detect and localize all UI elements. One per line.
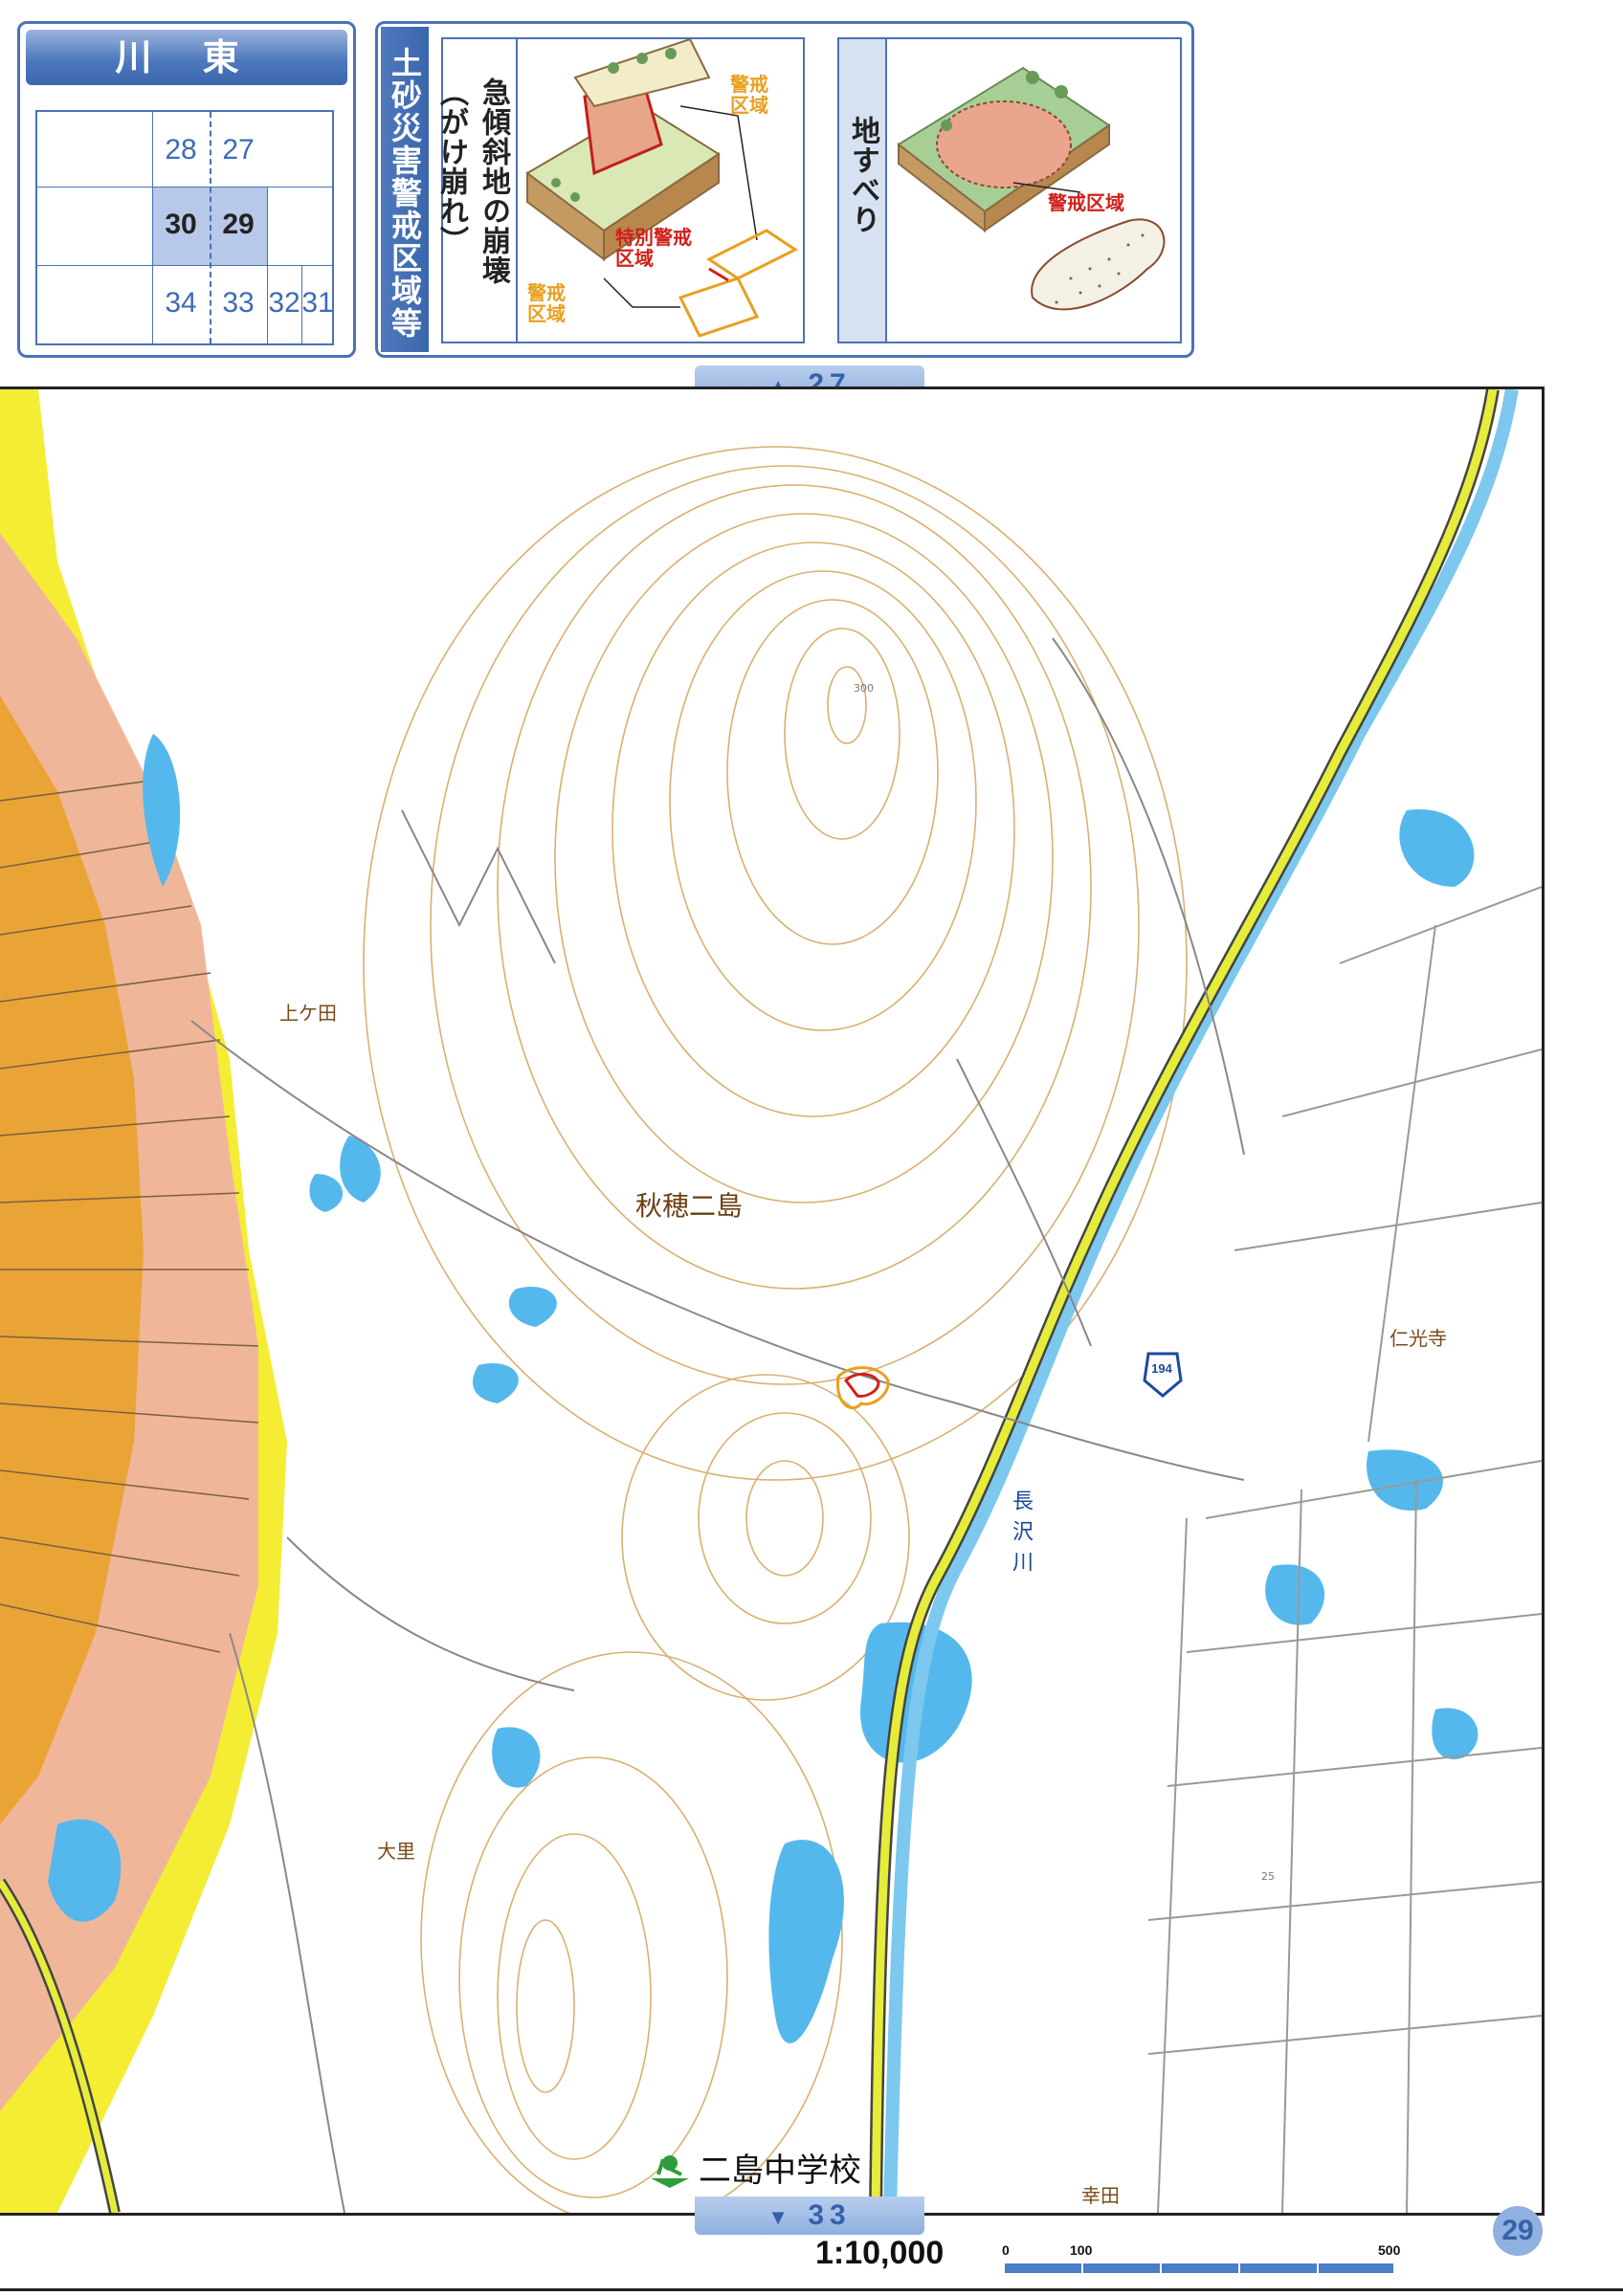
landslide-box: 地すべり 警戒区域 <box>837 37 1182 343</box>
nagasawa-river-label: 長沢川 <box>1009 1490 1033 1581</box>
scale-tick-100: 100 <box>1070 2242 1093 2258</box>
nav-down-tab[interactable]: ▼ 33 <box>695 2197 924 2235</box>
scale-tick-0: 0 <box>1002 2242 1010 2258</box>
landslide-illustration <box>897 66 1166 311</box>
steep-warning-zone-label-2: 警戒区域 <box>527 281 566 325</box>
legend-heading: 土砂災害警戒区域等 <box>381 27 429 352</box>
index-cell-34[interactable]: 34 <box>152 265 210 342</box>
school-label: 二島中学校 <box>699 2152 861 2190</box>
scale-tick-500: 500 <box>1378 2242 1401 2258</box>
landslide-label: 地すべり <box>846 116 879 234</box>
page-number-badge: 29 <box>1493 2206 1543 2256</box>
index-cell-27[interactable]: 27 <box>210 112 267 188</box>
map-frame[interactable]: 上ケ田 秋穂二島 仁光寺 大里 幸田 長沢川 194 300 25 二島中学校 <box>0 386 1545 2216</box>
steep-slope-label: 急傾斜地の崩壊（がけ崩れ） <box>434 77 510 285</box>
place-osato: 大里 <box>377 1840 415 1863</box>
place-agata: 上ケ田 <box>279 1002 337 1025</box>
elevation-300: 300 <box>854 682 874 695</box>
index-cell-31[interactable]: 31 <box>301 265 334 342</box>
down-arrow-icon: ▼ <box>767 2205 795 2229</box>
landslide-warning-zone-label: 警戒区域 <box>1048 191 1124 214</box>
index-cell-28[interactable]: 28 <box>152 112 210 188</box>
index-grid: 28 27 30 29 34 33 32 31 <box>35 110 334 345</box>
legend-panel: 土砂災害警戒区域等 急傾斜地の崩壊（がけ崩れ） 警戒区域 特別警戒区域 警戒区域… <box>375 21 1194 358</box>
index-cell-32[interactable]: 32 <box>267 265 301 342</box>
scale-ratio: 1:10,000 <box>815 2235 945 2271</box>
place-koda: 幸田 <box>1081 2184 1120 2207</box>
special-warning-zone-label: 特別警戒区域 <box>615 226 692 270</box>
index-cell-30[interactable]: 30 <box>152 187 210 263</box>
place-akiho-futajima: 秋穂二島 <box>635 1190 744 1222</box>
index-title: 川 東 <box>26 30 347 85</box>
nav-down-label: 33 <box>808 2199 852 2231</box>
steep-warning-zone-label: 警戒区域 <box>730 73 768 117</box>
index-cell-33[interactable]: 33 <box>210 265 267 342</box>
scale-bar-ticks <box>1005 2263 1393 2273</box>
bottom-rule <box>0 2288 1623 2291</box>
steep-slope-box: 急傾斜地の崩壊（がけ崩れ） 警戒区域 特別警戒区域 警戒区域 <box>434 37 805 343</box>
index-cell-29[interactable]: 29 <box>210 187 267 263</box>
elevation-25: 25 <box>1261 1870 1275 1883</box>
index-panel: 川 東 28 27 30 29 34 33 32 31 <box>17 21 356 358</box>
route-194-label: 194 <box>1151 1361 1172 1376</box>
place-ninkoji: 仁光寺 <box>1390 1327 1447 1350</box>
map-canvas <box>0 389 1542 2213</box>
